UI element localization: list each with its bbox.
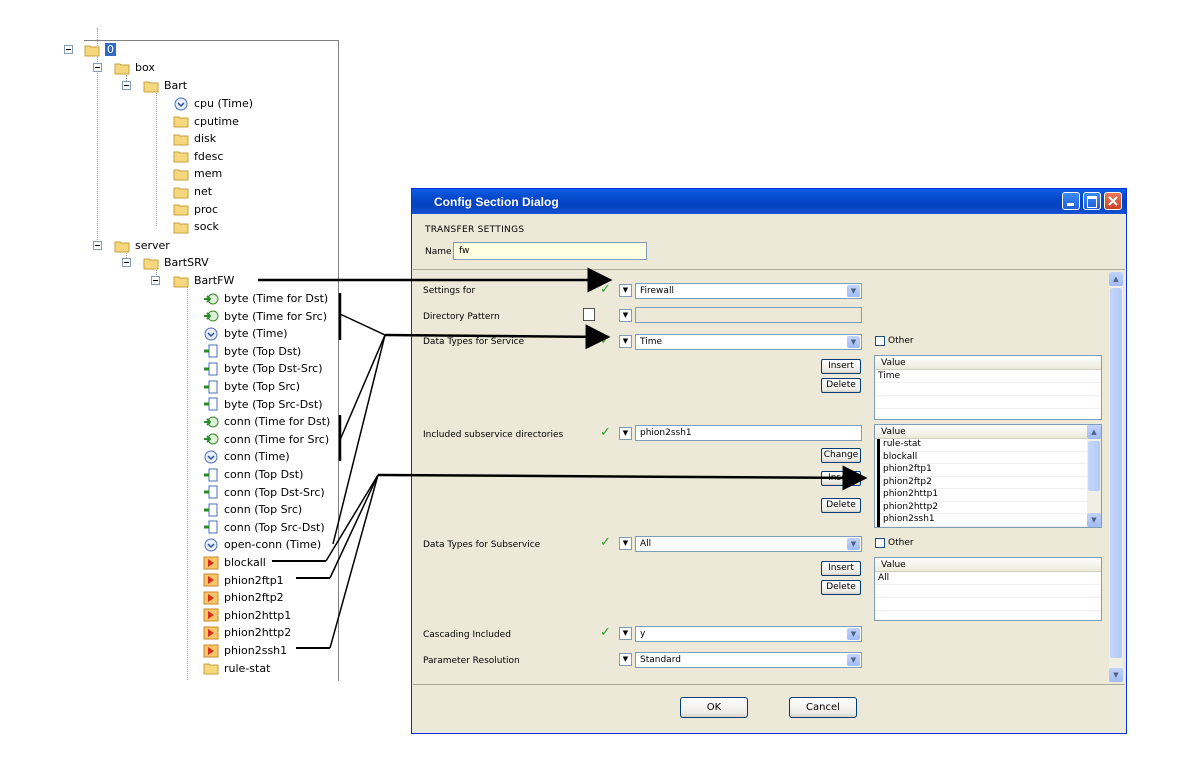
arrow-included-dirs (377, 465, 868, 491)
connector-line (339, 313, 386, 336)
connector-line (325, 474, 379, 562)
annotation-overlay (258, 267, 868, 649)
arrow-data-types-service (384, 324, 611, 350)
